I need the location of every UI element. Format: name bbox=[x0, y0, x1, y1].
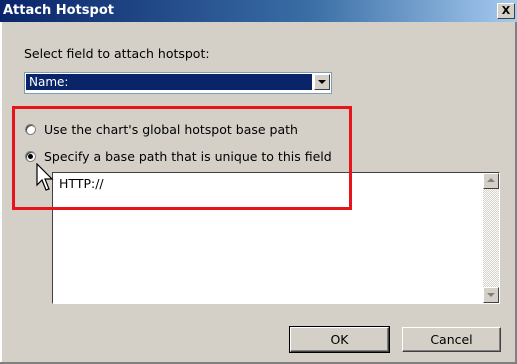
dropdown-arrow-icon[interactable] bbox=[314, 74, 330, 90]
field-select-label: Select field to attach hotspot: bbox=[24, 46, 210, 61]
ok-button[interactable]: OK bbox=[289, 326, 390, 353]
close-button[interactable]: X bbox=[497, 3, 515, 19]
window-title: Attach Hotspot bbox=[3, 3, 114, 18]
close-icon: X bbox=[501, 4, 511, 17]
title-bar: Attach Hotspot X bbox=[0, 0, 517, 22]
cancel-button[interactable]: Cancel bbox=[402, 327, 501, 352]
textarea-scrollbar[interactable] bbox=[483, 173, 499, 303]
radio-global-path-label[interactable]: Use the chart's global hotspot base path bbox=[44, 122, 298, 137]
mouse-cursor-icon bbox=[36, 163, 54, 191]
base-path-text[interactable]: HTTP:// bbox=[59, 176, 104, 191]
radio-unique-path[interactable]: Specify a base path that is unique to th… bbox=[25, 149, 332, 164]
radio-unique-path-label[interactable]: Specify a base path that is unique to th… bbox=[44, 149, 332, 164]
base-path-textarea[interactable]: HTTP:// bbox=[52, 172, 500, 304]
radio-unique-path-button[interactable] bbox=[25, 151, 36, 162]
window-frame-left bbox=[0, 22, 2, 364]
radio-global-path[interactable]: Use the chart's global hotspot base path bbox=[25, 122, 298, 137]
scroll-up-icon[interactable] bbox=[483, 173, 499, 189]
field-select-dropdown[interactable]: Name: bbox=[24, 72, 332, 94]
scroll-down-icon[interactable] bbox=[483, 287, 499, 303]
field-select-value: Name: bbox=[26, 74, 312, 90]
radio-global-path-button[interactable] bbox=[25, 124, 36, 135]
